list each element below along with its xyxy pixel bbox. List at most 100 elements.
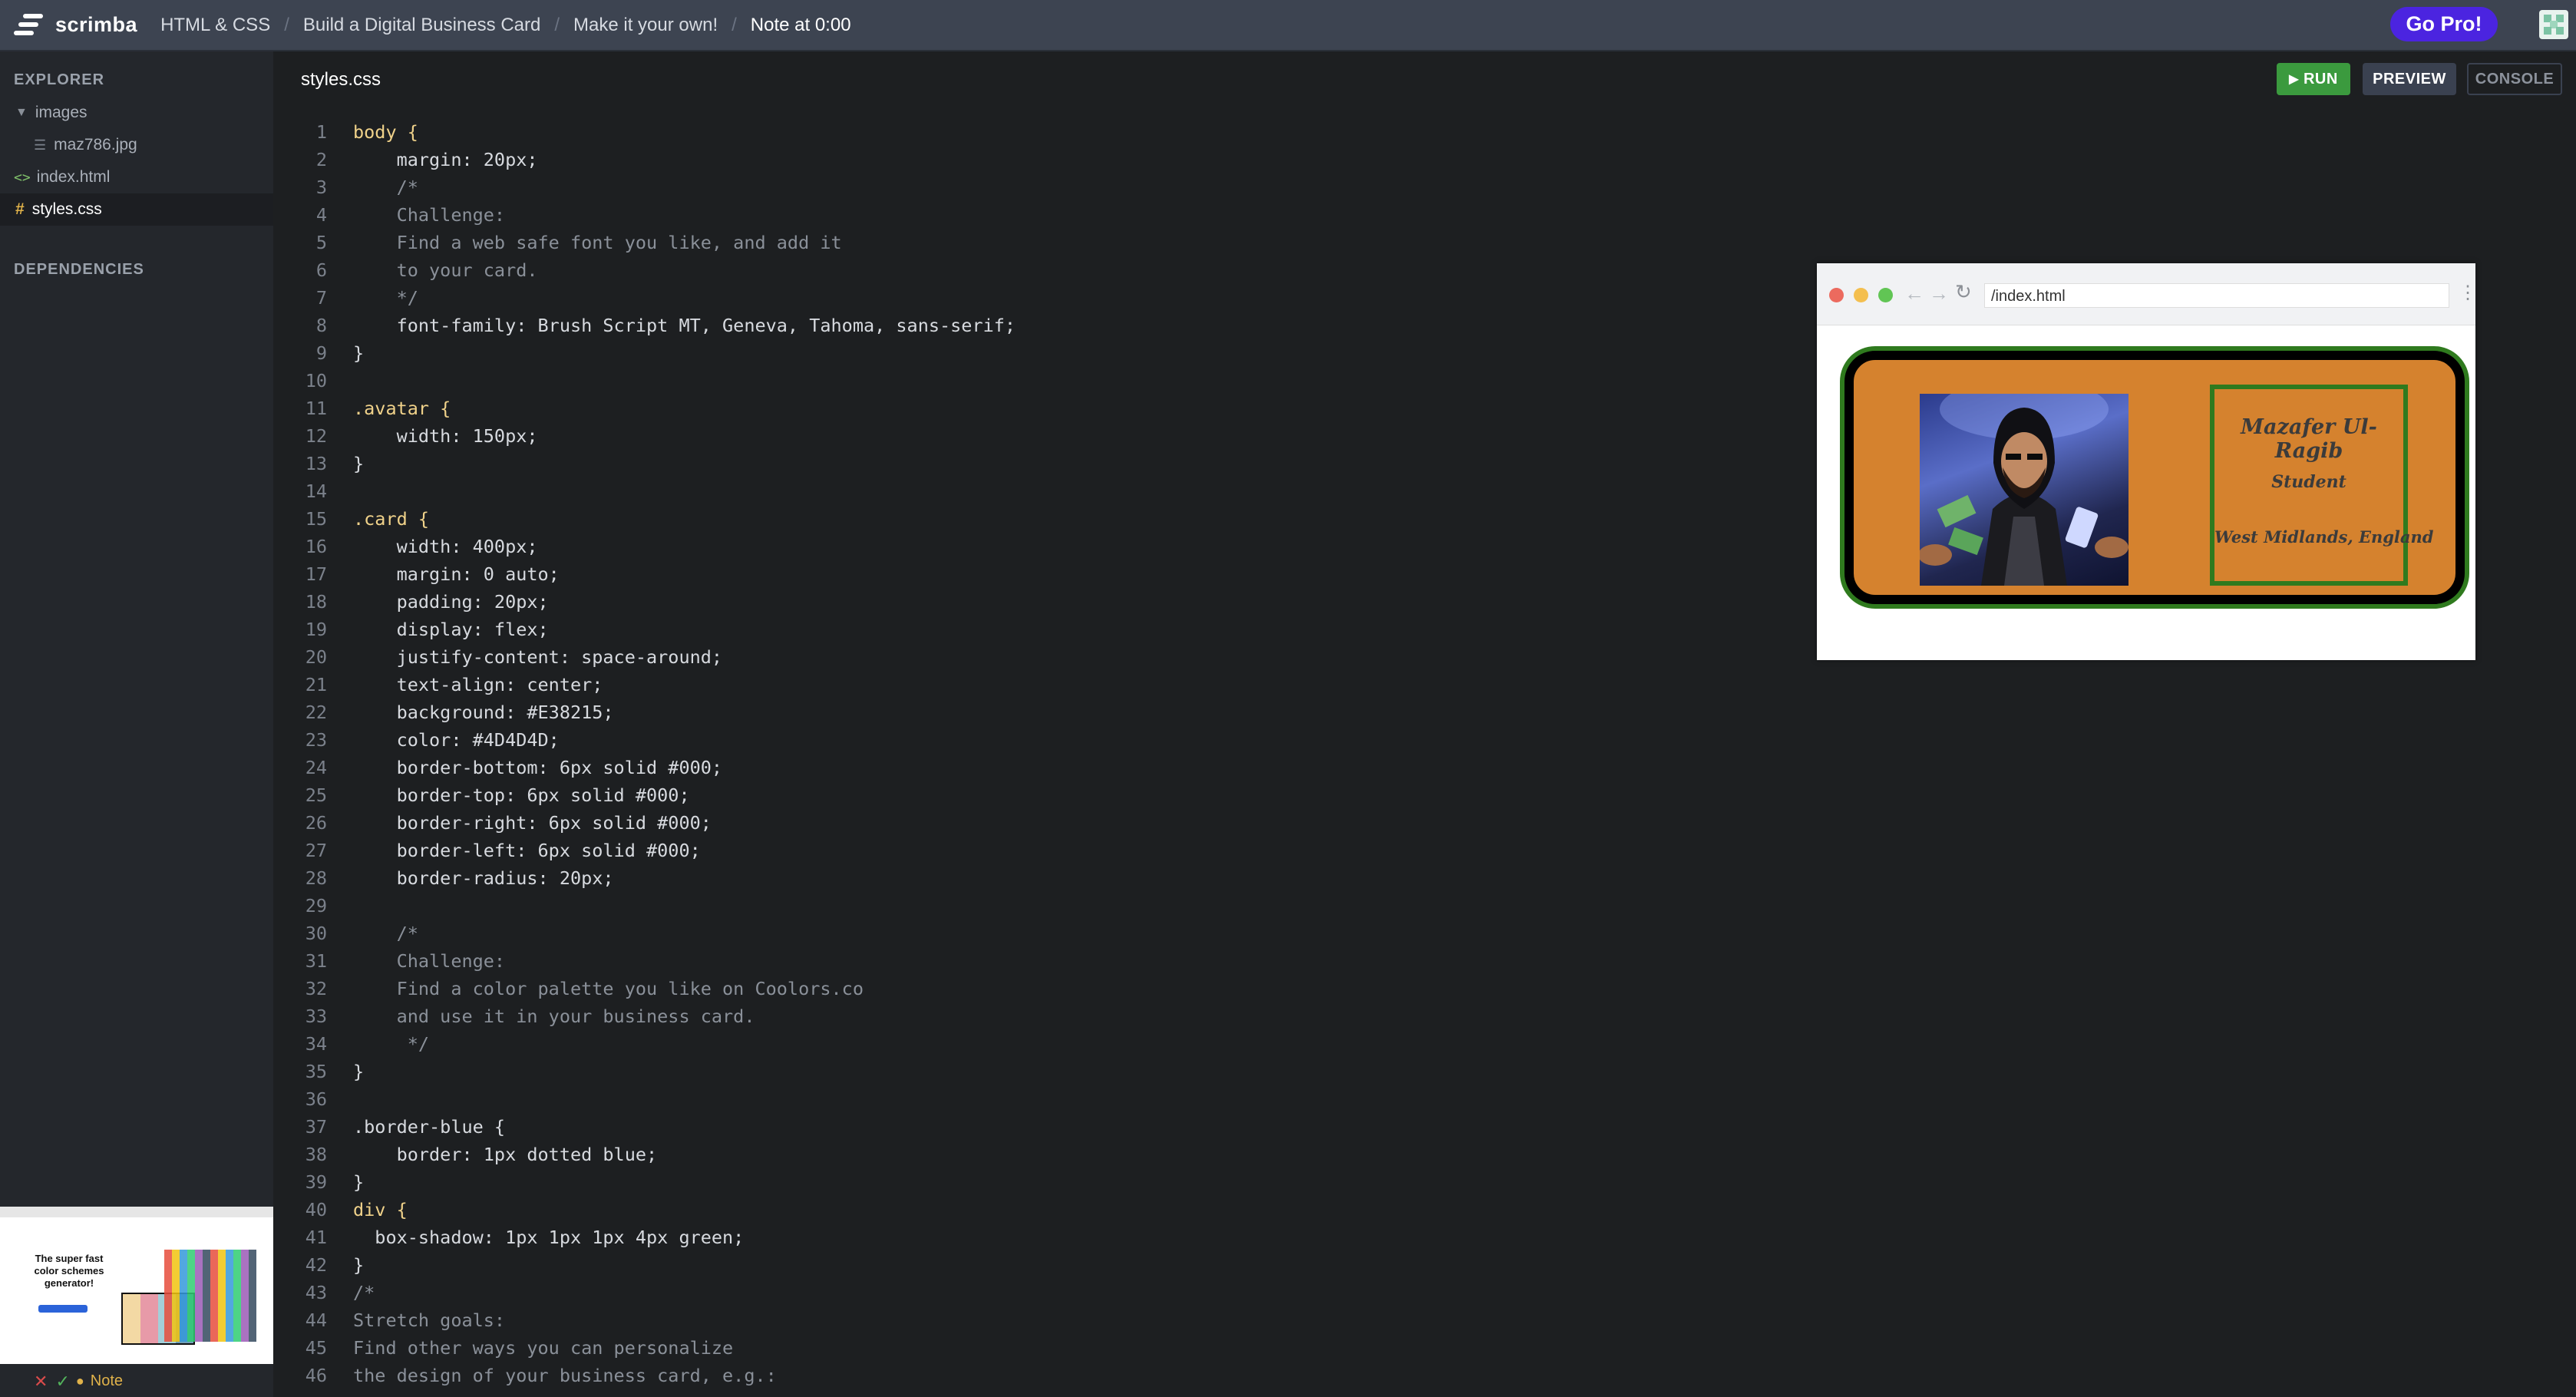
code-line[interactable]: 37 .border-blue { [292,1113,1827,1141]
more-menu-icon[interactable]: ⋮ [2459,282,2477,304]
code-line[interactable]: 46 the design of your business card, e.g.… [292,1362,1827,1389]
code-line[interactable]: 19 display: flex; [292,616,1827,643]
code-line[interactable]: 35} [292,1058,1827,1085]
code-line[interactable]: 43 /* [292,1279,1827,1306]
forward-arrow-icon[interactable]: → [1929,282,1949,305]
note-label[interactable]: Note [91,1372,123,1390]
code-line[interactable]: 26 border-right: 6px solid #000; [292,809,1827,837]
file-styles-css[interactable]: # styles.css [0,193,273,226]
code-text: Stretch goals: [353,1309,506,1331]
line-number: 44 [305,1309,327,1331]
dependencies-heading[interactable]: DEPENDENCIES [14,261,144,279]
code-line[interactable]: 6 to your card. [292,256,1827,284]
check-icon[interactable]: ✓ [55,1372,69,1392]
line-number: 42 [305,1254,327,1276]
code-text: */ [353,287,418,309]
code-line[interactable]: 9} [292,339,1827,367]
code-line[interactable]: 28 border-radius: 20px; [292,864,1827,892]
code-line[interactable]: 1 body { [292,118,1827,146]
code-line[interactable]: 25 border-top: 6px solid #000; [292,781,1827,809]
code-text: padding: 20px; [353,591,549,613]
line-number: 1 [315,121,327,143]
code-line[interactable]: 18 padding: 20px; [292,588,1827,616]
preview-button[interactable]: PREVIEW [2363,63,2456,95]
code-line[interactable]: 32 Find a color palette you like on Cool… [292,975,1827,1002]
code-line[interactable]: 3 /* [292,173,1827,201]
code-line[interactable]: 20 justify-content: space-around; [292,643,1827,671]
code-text: border-radius: 20px; [353,867,614,889]
code-line[interactable]: 4 Challenge: [292,201,1827,229]
code-line[interactable]: 16 width: 400px; [292,533,1827,560]
minimize-dot-icon[interactable] [1854,288,1868,302]
code-line[interactable]: 39} [292,1168,1827,1196]
line-number: 40 [305,1199,327,1220]
code-text: font-family: Brush Script MT, Geneva, Ta… [353,315,1016,336]
code-line[interactable]: 31 Challenge: [292,947,1827,975]
code-text: to your card. [353,259,538,281]
url-bar[interactable]: /index.html [1984,283,2449,308]
scrim-thumbnail[interactable]: The super fast color schemes generator! [0,1207,273,1364]
reload-icon[interactable]: ↻ [1955,280,1972,304]
breadcrumb-course[interactable]: HTML & CSS [160,15,270,36]
code-line[interactable]: 23 color: #4D4D4D; [292,726,1827,754]
editor-tab-styles-css[interactable]: styles.css [301,69,381,91]
note-bar: ✕ ✓ ● Note [0,1366,273,1397]
code-line[interactable]: 33 and use it in your business card. [292,1002,1827,1030]
code-text: justify-content: space-around; [353,646,723,668]
breadcrumb-lesson[interactable]: Make it your own! [573,15,718,36]
code-line[interactable]: 34 */ [292,1030,1827,1058]
code-line[interactable]: 29 [292,892,1827,920]
code-line[interactable]: 7 */ [292,284,1827,312]
file-icon: ☰ [34,137,47,153]
code-line[interactable]: 21 text-align: center; [292,671,1827,698]
business-card: Mazafer Ul-Ragib Student West Midlands, … [1844,351,2465,604]
console-button[interactable]: CONSOLE [2467,63,2562,95]
close-dot-icon[interactable] [1829,288,1844,302]
close-icon[interactable]: ✕ [34,1372,48,1392]
code-line[interactable]: 27 border-left: 6px solid #000; [292,837,1827,864]
line-number: 41 [305,1227,327,1248]
code-line[interactable]: 15 .card { [292,505,1827,533]
code-line[interactable]: 42} [292,1251,1827,1279]
code-line[interactable]: 14 [292,477,1827,505]
code-line[interactable]: 17 margin: 0 auto; [292,560,1827,588]
code-line[interactable]: 11 .avatar { [292,395,1827,422]
code-line[interactable]: 5 Find a web safe font you like, and add… [292,229,1827,256]
code-line[interactable]: 41 box-shadow: 1px 1px 1px 4px green; [292,1224,1827,1251]
browser-chrome: ← → ↻ /index.html ⋮ [1817,263,2477,325]
html-file-icon: <> [14,169,31,186]
code-text: body { [353,121,418,143]
code-line[interactable]: 30 /* [292,920,1827,947]
code-line[interactable]: 36 [292,1085,1827,1113]
code-text: Find a web safe font you like, and add i… [353,232,842,253]
code-editor[interactable]: 1 body { 2 margin: 20px; 3 /* 4 Challenge: 5 … [292,118,1827,1389]
maximize-dot-icon[interactable] [1878,288,1893,302]
file-index-html[interactable]: <> index.html [0,161,273,193]
card-info-box: Mazafer Ul-Ragib Student West Midlands, … [2210,385,2433,586]
code-line[interactable]: 8 font-family: Brush Script MT, Geneva, … [292,312,1827,339]
code-text: } [353,453,365,474]
code-line[interactable]: 40 div { [292,1196,1827,1224]
breadcrumb-module[interactable]: Build a Digital Business Card [303,15,540,36]
code-line[interactable]: 13} [292,450,1827,477]
run-button[interactable]: ▶ RUN [2277,63,2350,95]
code-line[interactable]: 12 width: 150px; [292,422,1827,450]
go-pro-button[interactable]: Go Pro! [2390,7,2498,41]
line-number: 22 [305,702,327,723]
back-arrow-icon[interactable]: ← [1904,282,1924,305]
user-avatar[interactable] [2539,10,2568,39]
code-line[interactable]: 45 Find other ways you can personalize [292,1334,1827,1362]
code-text: margin: 0 auto; [353,563,560,585]
file-image[interactable]: ☰ maz786.jpg [0,129,273,161]
code-line[interactable]: 2 margin: 20px; [292,146,1827,173]
scrimba-logo[interactable]: scrimba [14,13,137,37]
folder-images[interactable]: ▼ images [0,97,273,129]
code-line[interactable]: 10 [292,367,1827,395]
code-line[interactable]: 44 Stretch goals: [292,1306,1827,1334]
code-line[interactable]: 22 background: #E38215; [292,698,1827,726]
code-text: /* [353,1282,375,1303]
line-number: 24 [305,757,327,778]
sidebar: EXPLORER ▼ images ☰ maz786.jpg <> index.… [0,51,273,1397]
code-line[interactable]: 24 border-bottom: 6px solid #000; [292,754,1827,781]
code-line[interactable]: 38 border: 1px dotted blue; [292,1141,1827,1168]
